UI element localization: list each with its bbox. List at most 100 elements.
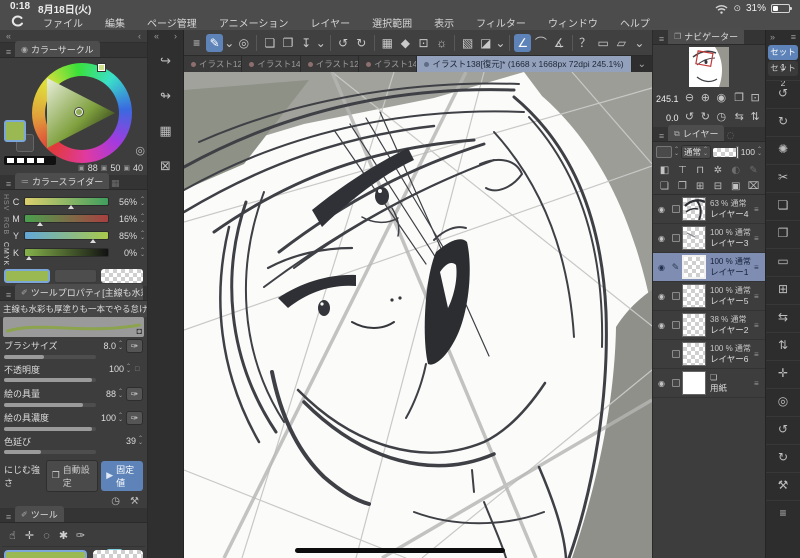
auto-setting-button[interactable]: ❐ 自動設定: [45, 459, 99, 492]
layer-checkbox[interactable]: [669, 234, 682, 242]
pen-pressure-button[interactable]: ✑: [126, 338, 143, 353]
pen-pressure-button[interactable]: ✑: [126, 410, 143, 425]
brush-size-stepper[interactable]: ⌃ ⌄: [118, 341, 123, 351]
visibility-eye-icon[interactable]: ◉: [654, 263, 669, 272]
panel-menu-icon[interactable]: ≡: [2, 512, 15, 522]
panel-menu-icon[interactable]: ≡: [655, 131, 668, 141]
collapse-strip-icon[interactable]: «: [154, 31, 159, 41]
reset-rotation-button[interactable]: ◷: [714, 110, 728, 125]
actual-size-button[interactable]: ❐: [732, 91, 746, 106]
tab-set-2[interactable]: セット2: [768, 61, 798, 88]
layer-thumbnail[interactable]: [682, 255, 706, 279]
canvas-artwork[interactable]: [184, 72, 652, 558]
mode-hsv[interactable]: HSV: [2, 194, 9, 211]
main-color-swatch[interactable]: [4, 120, 26, 142]
ruler-chevron-icon[interactable]: ⌄: [495, 34, 505, 52]
layer-thumbnail[interactable]: [682, 313, 706, 337]
stepper-k[interactable]: ⌃ ⌄: [140, 248, 145, 258]
color-stretch-stepper[interactable]: ⌃ ⌄: [138, 436, 143, 446]
snap-special-icon[interactable]: ∡: [551, 34, 568, 52]
transparent-chip[interactable]: [101, 268, 144, 283]
tab-layer-search[interactable]: ◌: [724, 131, 736, 141]
apply-mask-icon[interactable]: ▣: [728, 181, 743, 192]
layer-row-menu-icon[interactable]: ≡: [754, 263, 764, 272]
slider-k[interactable]: [24, 248, 109, 260]
paint-amount-stepper[interactable]: ⌃ ⌄: [118, 389, 123, 399]
mode-rgb[interactable]: RGB: [2, 217, 9, 235]
tab-illust-145[interactable]: イラスト145[復: [242, 56, 301, 72]
edge-processing-icon[interactable]: ✺: [766, 136, 800, 164]
edge-undo-icon[interactable]: ↺: [766, 80, 800, 108]
tab-color-slider[interactable]: ≔ カラースライダー: [15, 173, 110, 189]
layer-checkbox[interactable]: [669, 321, 682, 329]
layer-row-menu-icon[interactable]: ≡: [754, 234, 764, 243]
tab-list-chevron-icon[interactable]: ⌄: [632, 59, 652, 70]
tab-layer[interactable]: ⧉ レイヤー: [668, 125, 725, 141]
edge-redo-icon[interactable]: ↻: [766, 108, 800, 136]
frame-b-icon[interactable]: ▱: [613, 34, 630, 52]
layer-row-paper[interactable]: ◉ ❏ 用紙 ≡: [653, 369, 765, 398]
draft-layer-icon[interactable]: ✎: [746, 165, 761, 176]
snap-ruler-icon[interactable]: ∠: [514, 33, 532, 52]
edge-rotate-ccw-icon[interactable]: ↺: [766, 416, 800, 444]
operation-pen-icon[interactable]: ✎: [206, 33, 224, 52]
stepper-m[interactable]: ⌃ ⌄: [140, 214, 145, 224]
visibility-eye-icon[interactable]: ◉: [654, 321, 669, 330]
delete-layer-icon[interactable]: ⌧: [746, 181, 761, 192]
tab-tool[interactable]: ✐ ツール: [15, 505, 64, 522]
opacity-option-icon[interactable]: ▫: [131, 364, 143, 374]
undo-icon[interactable]: ↺: [335, 34, 352, 52]
hand-tool[interactable]: ☝: [4, 528, 21, 544]
tab-illust-141[interactable]: イラスト141[復: [359, 56, 418, 72]
menu-filter[interactable]: フィルター: [465, 15, 537, 30]
lock-icon[interactable]: ◘: [137, 326, 142, 336]
flip-horizontal-button[interactable]: ⇆: [732, 110, 746, 125]
redo-icon[interactable]: ↻: [353, 34, 370, 52]
move-tool[interactable]: ✛: [21, 528, 38, 544]
palette-color-chip[interactable]: [656, 146, 672, 158]
fit-window-button[interactable]: ⊡: [748, 91, 762, 106]
tab-illust-138-active[interactable]: イラスト138[復元]* (1668 x 1668px 72dpi 245.1%…: [417, 56, 632, 72]
lock-transparent-icon[interactable]: ✲: [710, 165, 725, 176]
edge-move-keyframe-icon[interactable]: ✛: [766, 360, 800, 388]
lock-layer-icon[interactable]: ⊓: [693, 165, 708, 176]
pen-pressure-button[interactable]: ✑: [126, 386, 143, 401]
tab-tool-property[interactable]: ✐ ツールプロパティ[主線も水彩も厚塗り: [15, 283, 143, 300]
layer-thumbnail[interactable]: [682, 342, 706, 366]
deselect-icon[interactable]: ▦: [379, 34, 396, 52]
frame-a-icon[interactable]: ▭: [595, 34, 612, 52]
edge-flip-vertical-icon[interactable]: ⇅: [766, 332, 800, 360]
new-canvas-icon[interactable]: ❏: [261, 34, 278, 52]
tab-illust-128[interactable]: イラスト128[復: [184, 56, 243, 72]
edge-copy-icon[interactable]: ❏: [766, 192, 800, 220]
panel-menu-icon[interactable]: ≡: [2, 290, 15, 300]
edge-flip-horizontal-icon[interactable]: ⇆: [766, 304, 800, 332]
panel-menu-icon[interactable]: ≡: [655, 34, 668, 44]
sv-triangle[interactable]: [45, 76, 119, 153]
file-chevron-icon[interactable]: ⌄: [316, 34, 326, 52]
edge-paste-icon[interactable]: ❐: [766, 220, 800, 248]
edge-select-layer-icon[interactable]: ◎: [766, 388, 800, 416]
tool-chevron-icon[interactable]: ⌄: [224, 34, 234, 52]
menu-page[interactable]: ページ管理: [136, 15, 208, 30]
mode-cmyk[interactable]: CMYK: [2, 242, 9, 266]
ruler-b-icon[interactable]: ◪: [477, 34, 494, 52]
layer-row-4[interactable]: ◉ 63 % 通常 レイヤー4 ≡: [653, 195, 765, 224]
menu-file[interactable]: ファイル: [32, 15, 94, 30]
navigator-thumbnail[interactable]: [689, 47, 729, 87]
stepper-y[interactable]: ⌃ ⌄: [140, 231, 145, 241]
sv-marker[interactable]: [75, 108, 83, 116]
tab-color-set[interactable]: ▦: [109, 179, 121, 189]
transfer-down-icon[interactable]: ⊞: [693, 181, 708, 192]
layer-row-menu-icon[interactable]: ≡: [754, 292, 764, 301]
merge-down-icon[interactable]: ⊟: [710, 181, 725, 192]
layer-row-1-selected[interactable]: ◉ ✎ 100 % 通常 レイヤー1 ≡: [653, 253, 765, 282]
layer-row-menu-icon[interactable]: ≡: [754, 205, 764, 214]
layer-thumbnail[interactable]: [682, 226, 706, 250]
reference-layer-icon[interactable]: ◐: [728, 165, 743, 176]
tab-set-1[interactable]: セット1: [768, 45, 798, 72]
menu-view[interactable]: 表示: [423, 15, 465, 30]
expand-strip-icon[interactable]: ›: [174, 31, 177, 41]
layer-row-3[interactable]: ◉ 100 % 通常 レイヤー3 ≡: [653, 224, 765, 253]
layer-checkbox[interactable]: [669, 379, 682, 387]
